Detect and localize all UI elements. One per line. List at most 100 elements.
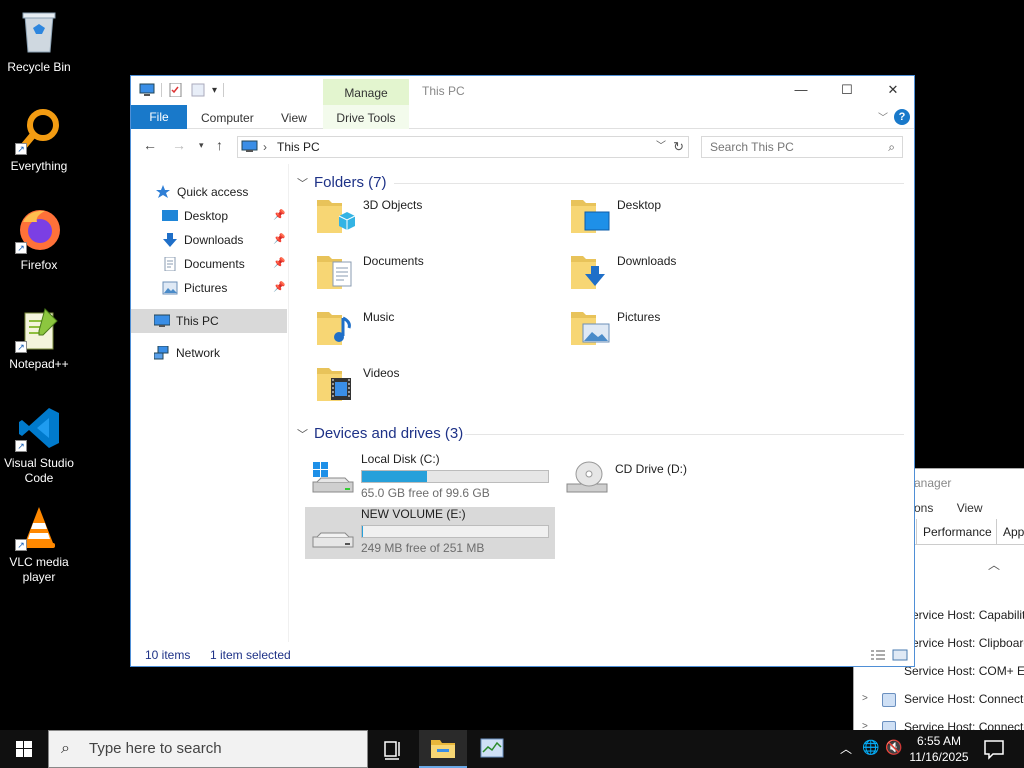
- search-icon: ⌕: [888, 140, 895, 154]
- desktop-icon-vlc[interactable]: ↗ VLC media player: [0, 503, 78, 585]
- nav-downloads[interactable]: Downloads: [162, 228, 243, 252]
- pin-icon[interactable]: 📌: [273, 210, 285, 221]
- properties-icon[interactable]: [168, 83, 184, 97]
- forward-arrow-icon[interactable]: →: [172, 137, 186, 153]
- menu-options[interactable]: ons: [914, 501, 933, 515]
- taskbar-task-manager[interactable]: [468, 730, 516, 768]
- title-bar[interactable]: ▾ Manage This PC — ☐ ✕: [131, 76, 914, 105]
- expand-arrow-icon[interactable]: >: [862, 713, 868, 730]
- minimize-button[interactable]: —: [778, 80, 824, 102]
- pin-icon[interactable]: 📌: [273, 234, 285, 245]
- this-pc-icon[interactable]: [139, 83, 155, 97]
- tab-performance[interactable]: Performance: [916, 519, 998, 545]
- nav-this-pc[interactable]: This PC: [154, 309, 219, 333]
- nav-desktop[interactable]: Desktop: [162, 204, 228, 228]
- service-icon: [882, 721, 896, 730]
- recycle-bin-icon: [15, 8, 63, 56]
- desktop-icon: [162, 209, 178, 221]
- desktop-icon-everything[interactable]: ↗ Everything: [0, 107, 78, 174]
- clock[interactable]: 6:55 AM 11/16/2025: [900, 733, 978, 765]
- quick-access-toolbar: ▾: [139, 83, 225, 97]
- process-row[interactable]: > Service Host: Connecte: [854, 713, 1024, 730]
- tab-app-history[interactable]: App: [996, 519, 1024, 545]
- music-folder-icon: [317, 312, 351, 345]
- address-bar[interactable]: › This PC ﹀ ↻: [237, 136, 689, 158]
- tab-drive-tools[interactable]: Drive Tools: [323, 105, 409, 129]
- taskbar-file-explorer[interactable]: [419, 730, 467, 768]
- address-bar-row: ← → ▾ ↑ › This PC ﹀ ↻ Search This PC ⌕: [131, 129, 914, 163]
- customize-qat-dropdown-icon[interactable]: ▾: [212, 85, 217, 96]
- drive-free-space: 249 MB free of 251 MB: [361, 541, 485, 555]
- drive-new-volume-e[interactable]: NEW VOLUME (E:) 249 MB free of 251 MB: [305, 507, 555, 559]
- notepad-plus-plus-icon: ↗: [15, 305, 63, 353]
- large-icons-view-icon[interactable]: [892, 648, 908, 662]
- taskbar-search-input[interactable]: ⌕ Type here to search: [48, 730, 368, 768]
- new-folder-icon[interactable]: [190, 83, 206, 97]
- desktop-icon-label: Recycle Bin: [7, 60, 71, 74]
- folder-downloads[interactable]: Downloads: [569, 250, 789, 300]
- file-explorer-window[interactable]: ▾ Manage This PC — ☐ ✕ File Computer Vie…: [130, 75, 915, 667]
- folders-group-header[interactable]: ﹀ Folders (7): [297, 172, 387, 194]
- folder-pictures[interactable]: Pictures: [569, 306, 789, 356]
- expand-arrow-icon[interactable]: >: [862, 685, 868, 713]
- desktop-icon-recycle-bin[interactable]: Recycle Bin: [0, 8, 78, 75]
- download-arrow-icon: [163, 232, 177, 247]
- tab-file[interactable]: File: [131, 105, 187, 129]
- action-center-button[interactable]: [976, 730, 1024, 768]
- nav-documents[interactable]: Documents: [162, 252, 245, 276]
- collapse-chevron-icon[interactable]: ﹀: [297, 178, 308, 190]
- desktop-icon-label: Notepad++: [9, 357, 69, 371]
- folder-music[interactable]: Music: [315, 306, 535, 356]
- nav-pictures[interactable]: Pictures: [162, 276, 227, 300]
- document-icon: [164, 256, 176, 271]
- task-view-button[interactable]: [368, 730, 416, 768]
- recent-locations-dropdown-icon[interactable]: ▾: [199, 140, 204, 151]
- folder-videos[interactable]: Videos: [315, 362, 535, 412]
- refresh-icon[interactable]: ↻: [673, 137, 684, 157]
- nav-label: Downloads: [184, 233, 244, 247]
- breadcrumb[interactable]: This PC: [277, 137, 320, 157]
- maximize-button[interactable]: ☐: [824, 80, 870, 102]
- start-button[interactable]: [0, 730, 48, 768]
- menu-view[interactable]: View: [957, 501, 983, 515]
- network-globe-icon[interactable]: 🌐: [862, 739, 879, 756]
- this-pc-icon: [241, 140, 258, 152]
- tab-view[interactable]: View: [281, 105, 307, 129]
- expand-ribbon-icon[interactable]: ﹀: [878, 109, 888, 124]
- up-arrow-icon[interactable]: ↑: [216, 137, 223, 153]
- close-button[interactable]: ✕: [870, 80, 916, 102]
- vscode-icon: ↗: [15, 404, 63, 452]
- search-input[interactable]: Search This PC ⌕: [701, 136, 903, 158]
- devices-group-header[interactable]: ﹀ Devices and drives (3): [297, 423, 463, 445]
- tab-computer[interactable]: Computer: [201, 105, 254, 129]
- process-name: Service Host: Capability: [904, 608, 1024, 622]
- breadcrumb-chevron-icon[interactable]: ›: [263, 137, 267, 157]
- desktop-icon-notepad-plus-plus[interactable]: ↗ Notepad++: [0, 305, 78, 372]
- folder-3d-objects[interactable]: 3D Objects: [315, 194, 535, 244]
- desktop-icon-vscode[interactable]: ↗ Visual Studio Code: [0, 404, 78, 486]
- tab-manage[interactable]: Manage: [323, 79, 409, 105]
- collapse-chevron-icon[interactable]: ﹀: [297, 429, 308, 441]
- details-view-icon[interactable]: [870, 648, 886, 662]
- process-row[interactable]: > Service Host: Connecte: [854, 685, 1024, 713]
- desktop-icon-firefox[interactable]: ↗ Firefox: [0, 206, 78, 273]
- shortcut-arrow-icon: ↗: [15, 539, 27, 551]
- nav-quick-access[interactable]: Quick access: [155, 180, 248, 204]
- search-placeholder: Search This PC: [710, 140, 794, 154]
- pin-icon[interactable]: 📌: [273, 282, 285, 293]
- back-arrow-icon[interactable]: ←: [143, 137, 157, 153]
- drive-usage-fill: [362, 526, 364, 537]
- cd-drive-icon: [566, 461, 608, 493]
- address-dropdown-icon[interactable]: ﹀: [656, 137, 666, 157]
- pin-icon[interactable]: 📌: [273, 258, 285, 269]
- drive-free-space: 65.0 GB free of 99.6 GB: [361, 486, 490, 500]
- drive-cd-d[interactable]: CD Drive (D:): [559, 452, 809, 504]
- show-hidden-icons-chevron-icon[interactable]: ︿: [840, 740, 852, 757]
- network-icon: [154, 345, 169, 360]
- drive-local-disk-c[interactable]: Local Disk (C:) 65.0 GB free of 99.6 GB: [305, 452, 555, 504]
- folder-name: Desktop: [617, 198, 662, 212]
- folder-desktop[interactable]: Desktop: [569, 194, 789, 244]
- folder-documents[interactable]: Documents: [315, 250, 535, 300]
- help-icon[interactable]: ?: [894, 109, 910, 125]
- nav-network[interactable]: Network: [154, 341, 220, 365]
